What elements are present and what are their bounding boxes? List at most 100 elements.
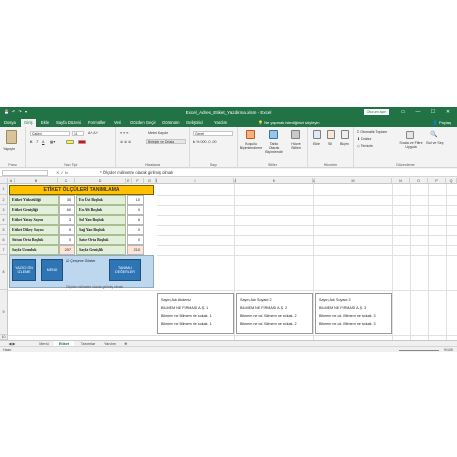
fill-color-icon[interactable] xyxy=(66,140,74,144)
delete-cells-icon[interactable] xyxy=(327,130,335,139)
minimize-button[interactable]: — xyxy=(411,108,425,117)
column-header[interactable]: G xyxy=(144,178,156,184)
title-bar: 💾 ↶ ↷ ▾ Excel_Adres_Etiket_Yazdirma.xlsm… xyxy=(0,107,457,118)
conditional-format-icon[interactable] xyxy=(246,130,255,139)
tab-home[interactable]: Giriş xyxy=(21,119,36,127)
setting-value[interactable]: 60 xyxy=(59,205,75,215)
setting-value[interactable]: 10 xyxy=(127,195,144,205)
sign-in-button[interactable]: Oturum açın xyxy=(364,109,389,115)
find-select-icon[interactable]: 🔍 xyxy=(430,131,437,138)
tab-insert[interactable]: Ekle xyxy=(41,120,49,125)
row-header[interactable]: 8 xyxy=(0,255,8,290)
row-header[interactable]: 4 xyxy=(0,215,8,225)
column-header[interactable]: B xyxy=(15,178,58,184)
setting-label: Etiket Dikey Sayısı xyxy=(9,225,59,235)
underline-icon[interactable]: A xyxy=(42,140,44,144)
row-header[interactable]: 3 xyxy=(0,205,8,215)
tab-data[interactable]: Veri xyxy=(114,120,121,125)
sort-filter-icon[interactable] xyxy=(406,131,414,139)
merge-center-button[interactable]: Birleştir ve Ortala xyxy=(146,139,186,144)
paste-icon[interactable] xyxy=(6,130,17,144)
tab-review[interactable]: Gözden Geçir xyxy=(130,120,156,125)
column-header[interactable]: N xyxy=(392,178,410,184)
font-size-select[interactable]: 11 xyxy=(72,131,84,136)
format-cells-icon[interactable] xyxy=(341,130,349,139)
setting-value[interactable]: 6 xyxy=(127,215,144,225)
font-group: Calibri 11 A˄ A˅ K T A ▦▾ Yazı Tipi xyxy=(26,127,116,168)
borders-icon[interactable]: ▦▾ xyxy=(50,140,55,144)
row-header[interactable]: 6 xyxy=(0,235,8,245)
menu-button[interactable]: MENÜ xyxy=(41,259,63,281)
tab-file[interactable]: Dosya xyxy=(4,120,16,125)
bold-icon[interactable]: K xyxy=(30,140,33,144)
spreadsheet-grid[interactable]: A B C D E F G H I J K L M N O P Q 1 2 3 … xyxy=(0,178,457,340)
column-header[interactable]: A xyxy=(8,178,15,184)
percent-icon[interactable]: ₺ % 000 ,0 ,00 xyxy=(193,140,216,144)
column-header[interactable]: F xyxy=(132,178,144,184)
autosum-button[interactable]: Σ Otomatik Toplam xyxy=(357,130,387,134)
row-header[interactable]: 1 xyxy=(0,184,8,195)
setting-value[interactable]: 0 xyxy=(127,235,144,245)
zoom-level[interactable]: %100 xyxy=(444,348,453,352)
number-format-select[interactable]: Genel xyxy=(193,131,233,136)
editing-group-label: Düzenleme xyxy=(396,163,415,167)
clear-label: Temizle xyxy=(360,144,373,148)
column-header[interactable]: P xyxy=(428,178,446,184)
italic-icon[interactable]: T xyxy=(36,140,38,144)
wrap-text-button[interactable]: Metni Kaydır xyxy=(148,131,168,135)
align-top-icon[interactable]: ≡ ≡ ≡ xyxy=(120,131,128,135)
row-header[interactable]: 9 xyxy=(0,290,8,335)
column-header[interactable]: O xyxy=(410,178,428,184)
column-header[interactable]: K xyxy=(236,178,313,184)
editing-group: Σ Otomatik Toplam ⬇ Doldur ◇ Temizle Sır… xyxy=(354,127,457,168)
tell-me-search[interactable]: 💡 Ne yapmak istediğinizi söyleyin xyxy=(258,120,319,125)
column-header[interactable]: C xyxy=(58,178,75,184)
fill-button[interactable]: ⬇ Doldur xyxy=(357,137,372,141)
cell-styles-icon[interactable] xyxy=(291,130,300,139)
setting-value[interactable]: 3 xyxy=(59,215,75,225)
zoom-slider[interactable] xyxy=(399,350,439,351)
fx-label: fx xyxy=(64,170,69,175)
row-header[interactable]: 2 xyxy=(0,195,8,205)
setting-value[interactable]: 297 xyxy=(59,245,75,255)
tell-me-text: Ne yapmak istediğinizi söyleyin xyxy=(264,120,320,125)
insert-cells-icon[interactable] xyxy=(313,130,321,139)
tab-help[interactable]: Yardım xyxy=(214,120,227,125)
row-header[interactable]: 7 xyxy=(0,245,8,255)
setting-value[interactable]: 5 xyxy=(59,225,75,235)
define-values-button[interactable]: TANIMLI DEĞERLER xyxy=(109,259,141,281)
status-text: Hazır xyxy=(3,348,12,352)
font-color-icon[interactable] xyxy=(78,140,86,144)
column-header[interactable]: I xyxy=(157,178,234,184)
tab-formulas[interactable]: Formüller xyxy=(88,120,106,125)
column-header[interactable]: D xyxy=(75,178,126,184)
label-name: Sayın;Adı Soyadı 3 xyxy=(319,298,351,302)
format-as-table-icon[interactable] xyxy=(269,130,278,139)
tab-page-layout[interactable]: Sayfa Düzeni xyxy=(56,120,81,125)
cells-group: Ekle Sil Biçim Hücreler xyxy=(308,127,354,168)
align-left-icon[interactable]: ≣ ≣ ≣ xyxy=(120,140,131,144)
fx-icon[interactable]: ✕ ✓ fx xyxy=(56,170,68,175)
share-button[interactable]: 👤 Paylaş xyxy=(433,120,451,125)
formula-input[interactable]: * Ölçüler milimetre olarak girilmiş olma… xyxy=(100,170,173,175)
name-box[interactable] xyxy=(2,170,48,176)
maximize-button[interactable]: ☐ xyxy=(426,108,440,117)
print-preview-button[interactable]: YAZICI ÖN İZLEME xyxy=(12,259,36,281)
column-header[interactable]: Q xyxy=(446,178,457,184)
setting-value[interactable]: 0 xyxy=(127,205,144,215)
show-frame-checkbox[interactable]: ☑ Çerçeve Göster xyxy=(66,259,95,263)
setting-value[interactable]: 210 xyxy=(127,245,144,255)
tab-view[interactable]: Görünüm xyxy=(162,120,179,125)
clear-button[interactable]: ◇ Temizle xyxy=(357,144,373,148)
label-name: Sayın;Adı Soyadı 2 xyxy=(240,298,272,302)
setting-value[interactable]: 35 xyxy=(59,195,75,205)
setting-value[interactable]: 0 xyxy=(59,235,75,245)
font-name-select[interactable]: Calibri xyxy=(30,131,70,136)
column-header[interactable]: M xyxy=(315,178,392,184)
setting-value[interactable]: 0 xyxy=(127,225,144,235)
ribbon-display-button[interactable]: ▭ xyxy=(396,108,410,117)
grow-shrink-font-icon[interactable]: A˄ A˅ xyxy=(88,131,98,135)
close-button[interactable]: ✕ xyxy=(441,108,455,117)
tab-developer[interactable]: Geliştirici xyxy=(186,120,203,125)
row-header[interactable]: 5 xyxy=(0,225,8,235)
